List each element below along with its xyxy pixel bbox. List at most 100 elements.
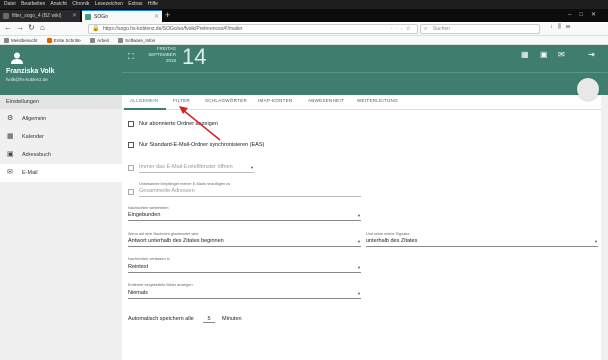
- search-input[interactable]: ⌕ Suchen: [420, 24, 540, 34]
- back-icon[interactable]: ←: [4, 22, 12, 34]
- sidebar-item-adressbuch[interactable]: ▣ Adressbuch: [0, 146, 122, 164]
- tab-weiterleitung[interactable]: WEITERLEITUNG: [357, 98, 398, 103]
- signature-value: unterhalb des Zitates: [366, 238, 418, 244]
- scrollbar[interactable]: [601, 95, 608, 360]
- bookmark-item[interactable]: Arbeit: [90, 38, 109, 43]
- unknown-recipients-label: Unbekannte Empfänger meiner E-Mails hinz…: [139, 182, 231, 186]
- subscribed-folders-label: Nur abonnierte Ordner anzeigen: [139, 121, 218, 127]
- fullscreen-icon[interactable]: ⛶: [128, 52, 134, 62]
- images-value: Niemals: [128, 290, 148, 296]
- sidebar-item-allgemein[interactable]: ⚙ Allgemein: [0, 110, 122, 128]
- dropdown-arrow-icon: ▼: [357, 265, 361, 270]
- sidebar-item-label: Adressbuch: [22, 152, 52, 158]
- standard-folders-checkbox[interactable]: [128, 142, 134, 148]
- menu-ansicht[interactable]: Ansicht: [50, 1, 66, 7]
- logout-icon[interactable]: ⇥: [588, 51, 596, 59]
- save-fab-button[interactable]: [577, 78, 599, 100]
- firefox-icon: [46, 38, 52, 43]
- bookmark-item[interactable]: Software_Infos: [118, 38, 155, 43]
- subscribed-folders-checkbox[interactable]: [128, 121, 134, 127]
- dropdown-arrow-icon: ▼: [250, 165, 254, 170]
- sidebar-item-label: Allgemein: [22, 116, 47, 122]
- reply-value: Antwort unterhalb des Zitates beginnen: [128, 238, 224, 244]
- url-bar[interactable]: 🔒 https://sogo.hs-koblenz.de/SOGo/so/fvo…: [88, 24, 418, 34]
- signature-select[interactable]: unterhalb des Zitates ▼: [366, 238, 598, 247]
- autosave-prefix: Automatisch speichern alle: [128, 316, 194, 322]
- dropdown-arrow-icon: ▼: [357, 239, 361, 244]
- tab-allgemein[interactable]: ALLGEMEIN: [130, 98, 158, 103]
- user-name: Franziska Volk: [6, 68, 55, 75]
- close-tab-icon[interactable]: ✕: [72, 10, 77, 22]
- url-text: https://sogo.hs-koblenz.de/SOGo/so/fvolk…: [103, 26, 243, 32]
- preferences-content: [122, 95, 608, 360]
- home-icon[interactable]: ⌂: [40, 22, 45, 34]
- compose-select[interactable]: Reintext ▼: [128, 264, 361, 273]
- bookmarks-bar: Meistbesucht Erste Schritte Arbeit Softw…: [0, 36, 608, 45]
- tab-filter[interactable]: FILTER: [173, 98, 190, 103]
- contacts-icon: ▣: [7, 151, 14, 158]
- autosave-minutes-input[interactable]: 5: [203, 316, 215, 323]
- sogo-favicon-icon: [85, 14, 91, 20]
- mail-icon: ✉: [7, 169, 13, 176]
- open-editor-value: Immer das E-Mail-Erstellfenster öffnen: [139, 164, 233, 170]
- signature-label: Und setze meine Signatur: [366, 232, 410, 236]
- folder-icon: [90, 38, 96, 43]
- menu-lesezeichen[interactable]: Lesezeichen: [95, 1, 123, 7]
- bookmark-icon: [4, 38, 9, 43]
- date-label: FREITAG SEPTEMBER 2018: [140, 46, 176, 64]
- browser-menubar: Datei Bearbeiten Ansicht Chronik Lesezei…: [0, 0, 608, 9]
- tab-imap-konten[interactable]: IMAP-KONTEN: [258, 98, 293, 103]
- images-label: Entfernte eingebettete Bilder anzeigen: [128, 283, 193, 287]
- window-controls[interactable]: –□✕: [568, 9, 604, 22]
- tab-title: filter_sogo_4 (BZ wiki): [12, 13, 62, 19]
- reply-select[interactable]: Antwort unterhalb des Zitates beginnen ▼: [128, 238, 361, 247]
- menu-chronik[interactable]: Chronik: [72, 1, 89, 7]
- search-icon: ⌕: [424, 26, 428, 32]
- reply-label: Wenn auf eine Nachricht geantwortet wird: [128, 232, 199, 236]
- sidebar-item-kalender[interactable]: ▦ Kalender: [0, 128, 122, 146]
- contacts-icon[interactable]: ▣: [540, 51, 548, 59]
- menu-bearbeiten[interactable]: Bearbeiten: [21, 1, 45, 7]
- calendar-icon[interactable]: ▦: [521, 51, 529, 59]
- compose-label: Nachrichten verfassen in: [128, 257, 170, 261]
- user-email: fvolk@hs-koblenz.de: [6, 77, 48, 82]
- browser-tab-wiki[interactable]: filter_sogo_4 (BZ wiki) ✕: [0, 10, 80, 22]
- folder-icon: [118, 38, 124, 43]
- tab-abwesenheit[interactable]: ABWESENHEIT: [308, 98, 344, 103]
- menu-datei[interactable]: Datei: [4, 1, 16, 7]
- tab-title: SOGo: [94, 14, 108, 20]
- forward-value: Eingebunden: [128, 212, 161, 218]
- compose-value: Reintext: [128, 264, 149, 270]
- menu-extras[interactable]: Extras: [128, 1, 142, 7]
- unknown-recipients-checkbox[interactable]: [128, 189, 134, 195]
- forward-label: Nachrichten weiterleiten: [128, 206, 169, 210]
- new-tab-icon[interactable]: +: [165, 9, 170, 22]
- menu-hilfe[interactable]: Hilfe: [148, 1, 158, 7]
- unknown-recipients-value: Gesammelte Adressen: [139, 188, 195, 194]
- wiki-favicon-icon: [3, 13, 9, 19]
- browser-tabstrip: filter_sogo_4 (BZ wiki) ✕ SOGo ✕: [0, 9, 608, 22]
- standard-folders-label: Nur Standard-E-Mail-Ordner synchronisier…: [139, 142, 265, 148]
- toolbar-icons[interactable]: ↓⫼☰: [550, 24, 575, 31]
- sidebar-item-email[interactable]: ✉ E-Mail: [0, 164, 122, 182]
- forward-icon[interactable]: →: [16, 22, 24, 34]
- sidebar-heading: Einstellungen: [0, 95, 122, 109]
- page-actions-icon[interactable]: ···☆: [391, 25, 414, 34]
- open-editor-select[interactable]: Immer das E-Mail-Erstellfenster öffnen ▼: [139, 164, 254, 173]
- open-editor-checkbox[interactable]: [128, 165, 134, 171]
- tab-schlagwoerter[interactable]: SCHLAGWÖRTER: [205, 98, 247, 103]
- forward-select[interactable]: Eingebunden ▼: [128, 212, 361, 221]
- reload-icon[interactable]: ↻: [28, 22, 35, 34]
- lock-icon: 🔒: [92, 26, 100, 32]
- browser-tab-sogo[interactable]: SOGo ✕: [82, 10, 162, 22]
- sidebar-item-label: Kalender: [22, 134, 45, 140]
- unknown-recipients-select[interactable]: Gesammelte Adressen: [139, 188, 361, 197]
- avatar-icon: [11, 52, 23, 64]
- bookmark-item[interactable]: Meistbesucht: [4, 38, 38, 43]
- images-select[interactable]: Niemals ▼: [128, 290, 361, 299]
- bookmark-item[interactable]: Erste Schritte: [46, 38, 81, 43]
- calendar-icon: ▦: [7, 133, 14, 140]
- autosave-suffix: Minuten: [222, 316, 242, 322]
- sidebar-item-label: E-Mail: [22, 170, 38, 176]
- mail-icon[interactable]: ✉: [558, 51, 566, 59]
